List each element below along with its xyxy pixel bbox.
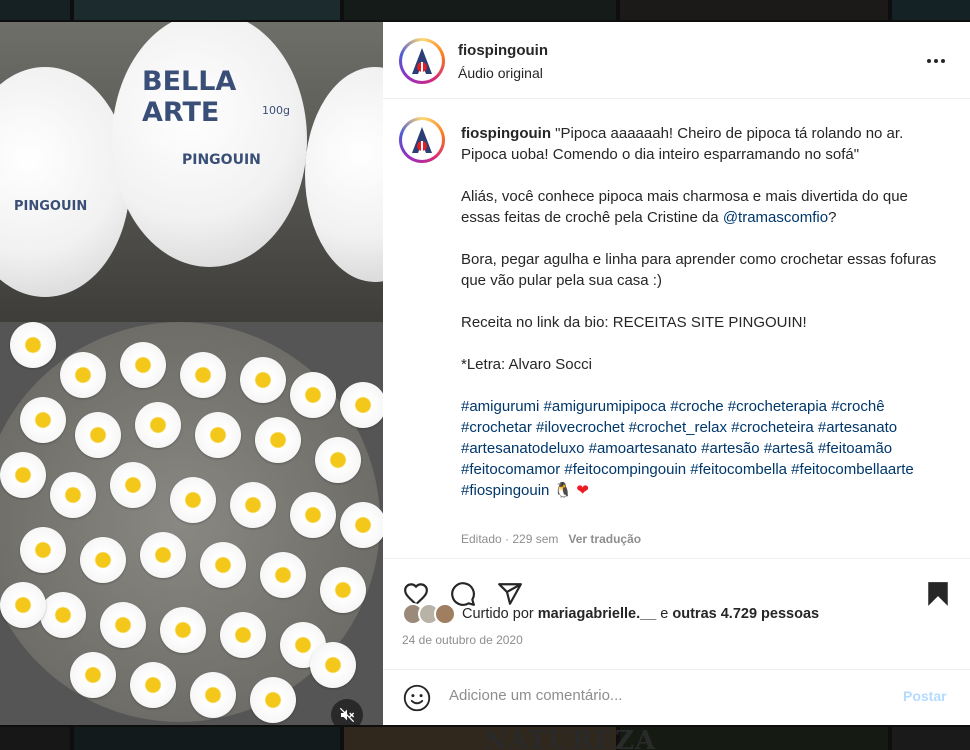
crochet-popcorn	[135, 402, 181, 448]
yarn-logo-label: PINGOUIN	[182, 152, 261, 168]
crochet-popcorn	[220, 612, 266, 658]
crochet-popcorn	[240, 357, 286, 403]
caption-paragraph: Receita no link da bio: RECEITAS SITE PI…	[461, 314, 807, 331]
crochet-popcorn	[320, 567, 366, 613]
caption-text-part: ?	[828, 209, 837, 226]
crochet-popcorn	[20, 527, 66, 573]
hashtags: #amigurumi #amigurumipipoca #croche #cro…	[461, 396, 941, 501]
more-options-icon	[927, 59, 945, 63]
crochet-popcorn	[195, 412, 241, 458]
action-bar: Curtido por mariagabrielle.__ e outras 4…	[383, 559, 970, 669]
avatar-inner	[402, 41, 442, 81]
crochet-popcorn	[315, 437, 361, 483]
crochet-popcorn	[170, 477, 216, 523]
yarn-label: PINGOUIN	[14, 199, 88, 214]
pingouin-logo-icon	[412, 127, 432, 153]
crochet-popcorn	[255, 417, 301, 463]
crochet-popcorn	[340, 502, 383, 548]
likes-middle: e	[656, 606, 673, 622]
post-details-panel: fiospingouin Áudio original fiospingouin…	[383, 22, 970, 725]
crochet-popcorn	[40, 592, 86, 638]
crochet-popcorn	[50, 472, 96, 518]
crochet-popcorn	[120, 342, 166, 388]
crochet-popcorn	[0, 582, 46, 628]
caption-avatar[interactable]	[399, 117, 445, 163]
crochet-popcorn	[100, 602, 146, 648]
smiley-icon	[403, 684, 431, 712]
hashtag-links[interactable]: #amigurumi #amigurumipipoca #croche #cro…	[461, 398, 914, 499]
caption-text-part: Aliás, você conhece pipoca mais charmosa…	[461, 188, 908, 226]
caption-paragraph: Bora, pegar agulha e linha para aprender…	[461, 251, 937, 289]
crochet-popcorn	[130, 662, 176, 708]
crochet-popcorn	[10, 322, 56, 368]
header-username[interactable]: fiospingouin	[458, 42, 548, 59]
crochet-popcorn	[200, 542, 246, 588]
yarn-brand-label: BELLA ARTE	[142, 66, 237, 128]
comment-bar: Postar	[383, 669, 970, 725]
emoji-button[interactable]	[403, 684, 431, 717]
edited-timestamp[interactable]: Editado · 229 sem	[461, 532, 558, 546]
post-media-video[interactable]: PINGOUIN BELLA ARTE 100g PINGOUIN	[0, 22, 383, 725]
mute-button[interactable]	[331, 699, 363, 725]
liker-avatar[interactable]	[434, 603, 456, 625]
avatar[interactable]	[399, 38, 445, 84]
crochet-popcorn	[75, 412, 121, 458]
caption-paragraph: Aliás, você conhece pipoca mais charmosa…	[461, 186, 941, 228]
speaker-muted-icon	[339, 707, 355, 723]
crochet-popcorn	[140, 532, 186, 578]
comment-input[interactable]	[449, 687, 889, 704]
crochet-popcorn	[160, 607, 206, 653]
crochet-popcorn	[230, 482, 276, 528]
post-header: fiospingouin Áudio original	[383, 22, 970, 99]
yarn-ball-center: BELLA ARTE 100g PINGOUIN	[112, 22, 307, 267]
mention-link[interactable]: @tramascomfio	[723, 209, 828, 226]
caption-paragraph: fiospingouin "Pipoca aaaaaah! Cheiro de …	[461, 123, 941, 165]
crochet-popcorn	[110, 462, 156, 508]
crochet-popcorn	[290, 492, 336, 538]
caption-paragraph: *Letra: Alvaro Socci	[461, 356, 592, 373]
pingouin-logo-icon	[412, 48, 432, 74]
crochet-popcorn	[180, 352, 226, 398]
save-button[interactable]	[923, 579, 953, 609]
audio-label[interactable]: Áudio original	[458, 65, 543, 81]
likes-prefix: Curtido por	[462, 606, 538, 622]
see-translation-button[interactable]: Ver tradução	[568, 532, 641, 546]
crochet-popcorn	[250, 677, 296, 723]
avatar-inner	[402, 120, 442, 160]
crochet-popcorn	[20, 397, 66, 443]
caption-username[interactable]: fiospingouin	[461, 125, 551, 142]
crochet-popcorn	[60, 352, 106, 398]
bookmark-icon	[928, 582, 948, 606]
caption-text: fiospingouin "Pipoca aaaaaah! Cheiro de …	[461, 123, 941, 501]
crochet-popcorn	[0, 452, 46, 498]
caption-emoji: 🐧 ❤	[553, 482, 589, 499]
likes-count[interactable]: outras 4.729 pessoas	[672, 606, 819, 622]
crochet-popcorn	[190, 672, 236, 718]
more-options-button[interactable]	[923, 48, 949, 74]
crochet-popcorn	[80, 537, 126, 583]
crochet-popcorn	[290, 372, 336, 418]
yarn-weight-label: 100g	[262, 104, 290, 117]
crochet-popcorn	[340, 382, 383, 428]
likes-text: Curtido por mariagabrielle.__ e outras 4…	[462, 606, 819, 622]
crochet-popcorn	[70, 652, 116, 698]
post-button[interactable]: Postar	[903, 688, 947, 704]
crochet-popcorn	[310, 642, 356, 688]
background-post-text: NATUREZA	[483, 726, 657, 750]
likes-summary: Curtido por mariagabrielle.__ e outras 4…	[402, 603, 819, 625]
crochet-popcorn	[260, 552, 306, 598]
liker-username[interactable]: mariagabrielle.__	[538, 606, 657, 622]
post-date[interactable]: 24 de outubro de 2020	[402, 633, 523, 647]
caption-meta: Editado · 229 sem Ver tradução	[461, 532, 641, 546]
caption-area: fiospingouin "Pipoca aaaaaah! Cheiro de …	[383, 99, 970, 559]
